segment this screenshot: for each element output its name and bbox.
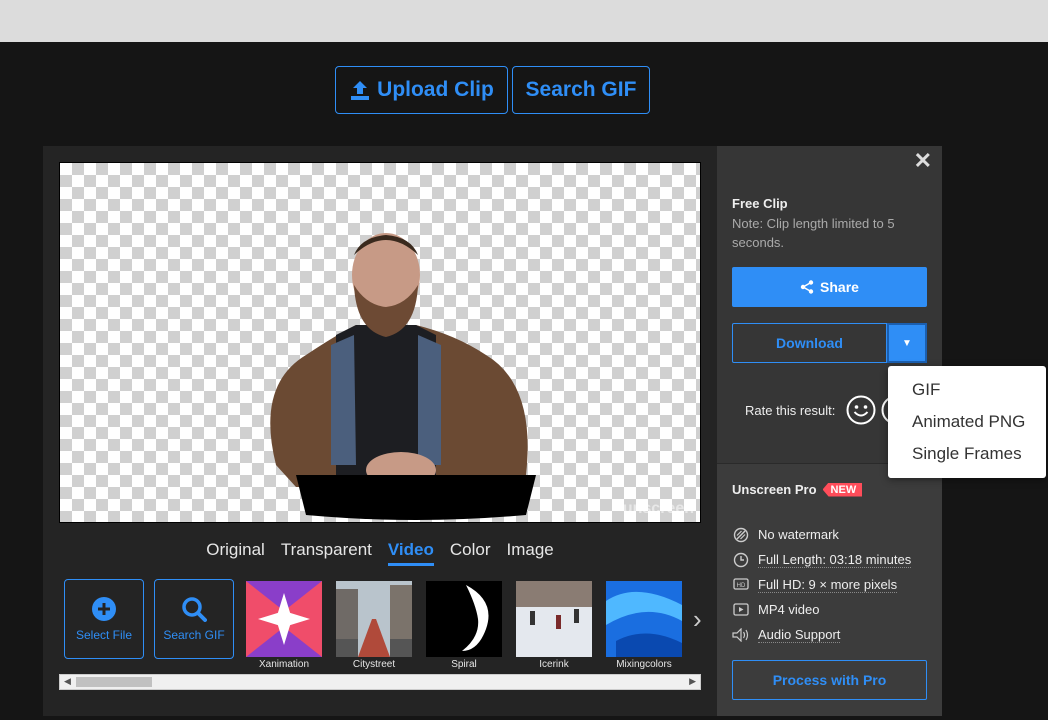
plus-circle-icon bbox=[92, 597, 116, 621]
new-badge: NEW bbox=[822, 482, 863, 497]
download-label: Download bbox=[776, 335, 843, 351]
feature-text: Audio Support bbox=[758, 626, 841, 643]
search-icon bbox=[182, 597, 207, 622]
play-icon bbox=[732, 601, 750, 619]
video-preview[interactable]: unscreen bbox=[59, 162, 701, 523]
feature-text: No watermark bbox=[758, 527, 839, 542]
horizontal-scrollbar[interactable]: ◀ ▶ bbox=[59, 674, 701, 690]
search-gif-label: Search GIF bbox=[525, 78, 637, 101]
scroll-right-arrow-icon[interactable]: ▶ bbox=[689, 676, 696, 687]
feature-item: Full Length: 03:18 minutes bbox=[732, 547, 912, 572]
feature-text: MP4 video bbox=[758, 602, 820, 617]
xanimation-thumbnail bbox=[246, 581, 322, 657]
pro-title-text: Unscreen Pro bbox=[732, 482, 817, 497]
clock-icon bbox=[732, 551, 750, 569]
thumb-caption: Mixingcolors bbox=[616, 659, 672, 670]
tab-original[interactable]: Original bbox=[206, 540, 265, 566]
feature-item: Audio Support bbox=[732, 622, 911, 647]
scroll-left-arrow-icon[interactable]: ◀ bbox=[64, 676, 71, 687]
pro-feature-list: No watermark Full Length: 03:18 minutes … bbox=[732, 522, 912, 647]
download-button[interactable]: Download bbox=[732, 323, 887, 363]
hd-icon: HD bbox=[732, 576, 750, 594]
feature-item: MP4 video bbox=[732, 597, 911, 622]
caret-down-icon: ▼ bbox=[902, 337, 912, 349]
feature-text: Full HD: 9 × more pixels bbox=[758, 576, 898, 593]
select-file-button[interactable]: Select File bbox=[64, 579, 144, 659]
share-label: Share bbox=[820, 279, 859, 295]
view-mode-tabs: Original Transparent Video Color Image bbox=[43, 540, 717, 566]
process-with-pro-button[interactable]: Process with Pro bbox=[732, 660, 927, 700]
search-gif-bg-label: Search GIF bbox=[163, 628, 225, 642]
bg-thumb-icerink[interactable]: Icerink bbox=[516, 581, 592, 671]
editor-panel: unscreen Original Transparent Video Colo… bbox=[43, 146, 717, 716]
free-clip-title: Free Clip bbox=[732, 196, 788, 211]
icerink-thumbnail bbox=[516, 581, 592, 657]
menu-item-animated-png[interactable]: Animated PNG bbox=[888, 406, 1046, 438]
thumb-caption: Xanimation bbox=[258, 659, 310, 670]
pro-upsell-section: Unscreen Pro NEW No watermark Full Lengt… bbox=[717, 463, 942, 716]
watermark-text: unscreen bbox=[622, 500, 694, 517]
happy-face-icon[interactable] bbox=[846, 395, 876, 425]
chevron-right-icon[interactable]: › bbox=[693, 604, 702, 635]
bg-thumb-spiral[interactable]: Spiral bbox=[426, 581, 502, 671]
browser-top-bar bbox=[0, 0, 1048, 42]
thumb-caption: Icerink bbox=[539, 659, 569, 670]
feature-text: Full Length: 03:18 minutes bbox=[758, 551, 912, 568]
menu-item-single-frames[interactable]: Single Frames bbox=[888, 438, 1046, 470]
tab-video[interactable]: Video bbox=[387, 540, 434, 566]
background-picker-strip: Select File Search GIF Xanimation Cityst… bbox=[63, 579, 704, 671]
rate-result-label: Rate this result: bbox=[745, 403, 836, 418]
svg-text:HD: HD bbox=[737, 583, 746, 589]
download-options-toggle[interactable]: ▼ bbox=[887, 323, 927, 363]
bg-thumb-xanimation[interactable]: Xanimation bbox=[246, 581, 322, 671]
search-gif-bg-button[interactable]: Search GIF bbox=[154, 579, 234, 659]
no-watermark-icon bbox=[732, 526, 750, 544]
subject-cutout-image bbox=[270, 233, 536, 520]
pro-title: Unscreen Pro NEW bbox=[732, 482, 863, 497]
scrollbar-thumb[interactable] bbox=[76, 677, 152, 687]
search-gif-button[interactable]: Search GIF bbox=[512, 66, 650, 114]
bg-thumb-mixingcolors[interactable]: Mixingcolors bbox=[606, 581, 682, 671]
spiral-thumbnail bbox=[426, 581, 502, 657]
menu-item-gif[interactable]: GIF bbox=[888, 374, 1046, 406]
mixingcolors-thumbnail bbox=[606, 581, 682, 657]
upload-clip-label: Upload Clip bbox=[377, 78, 494, 101]
tab-transparent[interactable]: Transparent bbox=[281, 540, 372, 566]
feature-item: No watermark bbox=[732, 522, 911, 547]
bg-thumb-citystreet[interactable]: Citystreet bbox=[336, 581, 412, 671]
upload-icon bbox=[351, 81, 370, 100]
download-format-menu: GIF Animated PNG Single Frames bbox=[888, 366, 1046, 478]
tab-color[interactable]: Color bbox=[450, 540, 491, 566]
share-icon bbox=[800, 280, 814, 294]
thumb-caption: Citystreet bbox=[352, 659, 396, 670]
tab-image[interactable]: Image bbox=[506, 540, 553, 566]
select-file-label: Select File bbox=[75, 628, 133, 642]
feature-item: HD Full HD: 9 × more pixels bbox=[732, 572, 911, 597]
speaker-icon bbox=[732, 626, 750, 644]
close-icon[interactable]: ✕ bbox=[914, 148, 932, 174]
share-button[interactable]: Share bbox=[732, 267, 927, 307]
thumb-caption: Spiral bbox=[451, 659, 477, 670]
free-clip-note: Note: Clip length limited to 5 seconds. bbox=[732, 216, 895, 250]
upload-clip-button[interactable]: Upload Clip bbox=[335, 66, 508, 114]
citystreet-thumbnail bbox=[336, 581, 412, 657]
process-with-pro-label: Process with Pro bbox=[772, 672, 887, 688]
